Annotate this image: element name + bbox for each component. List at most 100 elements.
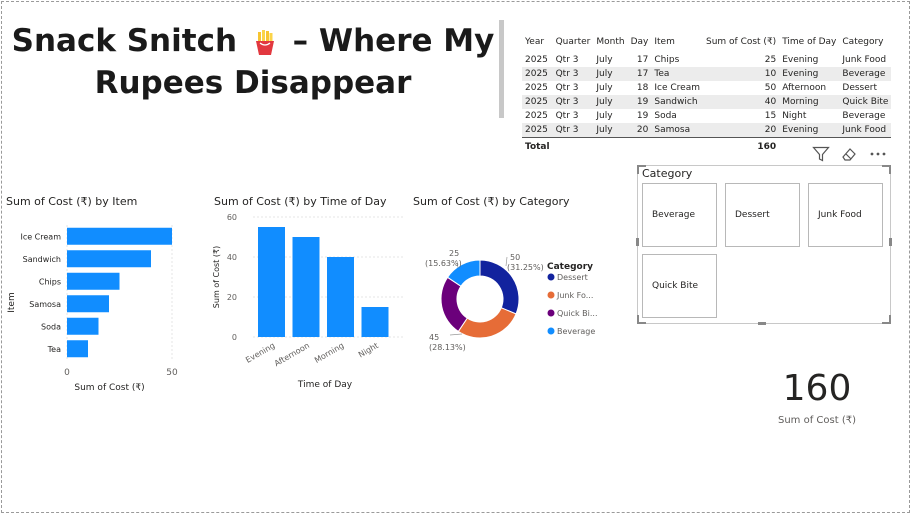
table-header-row: Year Quarter Month Day Item Sum of Cost (₹) Ti…: [522, 34, 891, 53]
resize-handle[interactable]: [882, 165, 891, 174]
column-header[interactable]: Quarter: [553, 34, 594, 53]
filter-icon[interactable]: [812, 146, 830, 166]
table-cell: Quick Bite: [839, 95, 892, 109]
slicer-option-label: Quick Bite: [652, 281, 699, 291]
bar[interactable]: [67, 317, 99, 335]
slicer-option-quick-bite[interactable]: Quick Bite: [642, 254, 717, 318]
x-axis-label: Sum of Cost (₹): [74, 383, 144, 393]
y-tick-label: Chips: [39, 277, 61, 286]
divider-bar: [499, 20, 504, 118]
table-cell: 19: [636, 111, 649, 121]
table-row[interactable]: 2025 Qtr 3 July 17 Tea 10 Evening Beverage: [522, 67, 892, 81]
more-options-icon[interactable]: [868, 146, 888, 166]
title-line-1-prefix: Snack Snitch: [11, 23, 238, 59]
table-cell: 19: [627, 95, 652, 109]
table-cell: 2025: [522, 123, 553, 138]
column-header[interactable]: Month: [593, 34, 627, 53]
resize-handle[interactable]: [637, 315, 646, 324]
table-cell: 2025: [525, 111, 548, 121]
legend-item[interactable]: Quick Bi...: [557, 309, 598, 318]
y-tick-label: 0: [232, 333, 237, 342]
table-cell: Qtr 3: [552, 95, 594, 109]
resize-handle[interactable]: [889, 238, 892, 246]
table-cell: 25: [764, 55, 777, 65]
table-cell: July: [593, 67, 628, 81]
table-row[interactable]: 2025 Qtr 3 July 20 Samosa 20 Evening Junk Food: [522, 123, 892, 138]
donut-slice[interactable]: [440, 276, 468, 333]
bar[interactable]: [67, 340, 88, 358]
table-cell: Sandwich: [651, 95, 703, 109]
category-donut-chart[interactable]: 50(31.25%) 45(28.13%) 25(15.63%) CategoryDe…: [412, 212, 612, 362]
resize-handle[interactable]: [882, 315, 891, 324]
y-tick-label: Ice Cream: [20, 232, 61, 241]
cost-table[interactable]: Year Quarter Month Day Item Sum of Cost (₹) Ti…: [522, 34, 892, 154]
table-row[interactable]: 2025 Qtr 3 July 18 Ice Cream 50 Afternoon Desse…: [522, 81, 891, 95]
column-header[interactable]: Category: [839, 34, 891, 53]
table-cell: Junk Food: [842, 55, 887, 65]
table-cell: July: [596, 55, 613, 65]
donut-slice[interactable]: [457, 307, 517, 339]
table-row[interactable]: 2025 Qtr 3 July 19 Sandwich 40 Morning Quick Bi…: [522, 95, 892, 109]
x-tick-label: 50: [166, 368, 178, 378]
table-cell: 18: [636, 83, 649, 93]
eraser-icon[interactable]: [840, 146, 858, 166]
table-row[interactable]: 2025 Qtr 3 July 17 Chips 25 Evening Junk Food: [522, 53, 891, 67]
legend-marker: [547, 273, 555, 281]
y-tick-label: 40: [227, 253, 237, 262]
column-header[interactable]: Day: [628, 34, 652, 53]
table-cell: 2025: [522, 67, 553, 81]
table-row[interactable]: 2025 Qtr 3 July 19 Soda 15 Night Beverage: [522, 109, 891, 123]
column-header[interactable]: Sum of Cost (₹): [703, 34, 779, 53]
bar[interactable]: [258, 227, 285, 337]
resize-handle[interactable]: [758, 322, 766, 325]
y-axis-label: Item: [7, 292, 17, 313]
slicer-option-beverage[interactable]: Beverage: [642, 183, 717, 247]
resize-handle[interactable]: [637, 165, 646, 174]
table-cell: Morning: [779, 95, 840, 109]
table-cell: Samosa: [651, 123, 703, 138]
column-header[interactable]: Year: [522, 34, 553, 53]
total-cost-card-value: 160: [782, 368, 852, 409]
bar[interactable]: [67, 272, 120, 290]
table-cell: Qtr 3: [555, 55, 579, 65]
table-cell: Qtr 3: [552, 123, 594, 138]
bar[interactable]: [67, 227, 172, 245]
bar[interactable]: [292, 237, 320, 337]
leader-line: [449, 333, 463, 336]
table-cell: 10: [702, 67, 780, 81]
category-chart-title: Sum of Cost (₹) by Category: [413, 195, 570, 208]
slicer-option-dessert[interactable]: Dessert: [725, 183, 800, 247]
total-label: Total: [522, 137, 553, 154]
category-slicer[interactable]: Category Beverage Dessert Junk Food Quic…: [636, 165, 892, 325]
table-cell: Soda: [654, 111, 677, 121]
table-cell: 17: [627, 67, 652, 81]
bar[interactable]: [67, 250, 151, 268]
slicer-option-junk-food[interactable]: Junk Food: [808, 183, 883, 247]
column-header[interactable]: Time of Day: [779, 34, 839, 53]
legend-item[interactable]: Junk Fo...: [556, 291, 593, 300]
table-cell: Dessert: [842, 83, 878, 93]
y-tick-label: Soda: [41, 322, 61, 331]
table-cell: 2025: [525, 83, 548, 93]
table-cell: 2025: [522, 95, 553, 109]
resize-handle[interactable]: [636, 238, 639, 246]
bar[interactable]: [67, 295, 109, 313]
item-chart-title: Sum of Cost (₹) by Item: [6, 195, 138, 208]
data-label-pct: (31.25%): [507, 263, 544, 272]
bar[interactable]: [327, 257, 354, 337]
table-cell: Tea: [651, 67, 703, 81]
table-cell: Beverage: [842, 111, 886, 121]
table-cell: 20: [702, 123, 780, 138]
x-axis-label: Time of Day: [297, 380, 353, 390]
legend-item[interactable]: Dessert: [557, 273, 588, 282]
data-label: 45: [429, 333, 439, 342]
time-of-day-bar-chart[interactable]: 0 20 40 60 EveningAfternoon Morning Night Time …: [205, 210, 405, 395]
y-axis-label: Sum of Cost (₹): [212, 246, 221, 308]
y-tick-label: 60: [227, 213, 237, 222]
page-title: Snack Snitch – Where My Rupees Disappear: [8, 20, 498, 104]
column-header[interactable]: Item: [651, 34, 703, 53]
bar[interactable]: [361, 307, 389, 337]
table-cell: 17: [636, 55, 649, 65]
legend-item[interactable]: Beverage: [557, 327, 595, 336]
item-bar-chart[interactable]: 0 50 Ice Cream Sandwich Chips Samosa Soda Tea Su…: [0, 212, 200, 397]
